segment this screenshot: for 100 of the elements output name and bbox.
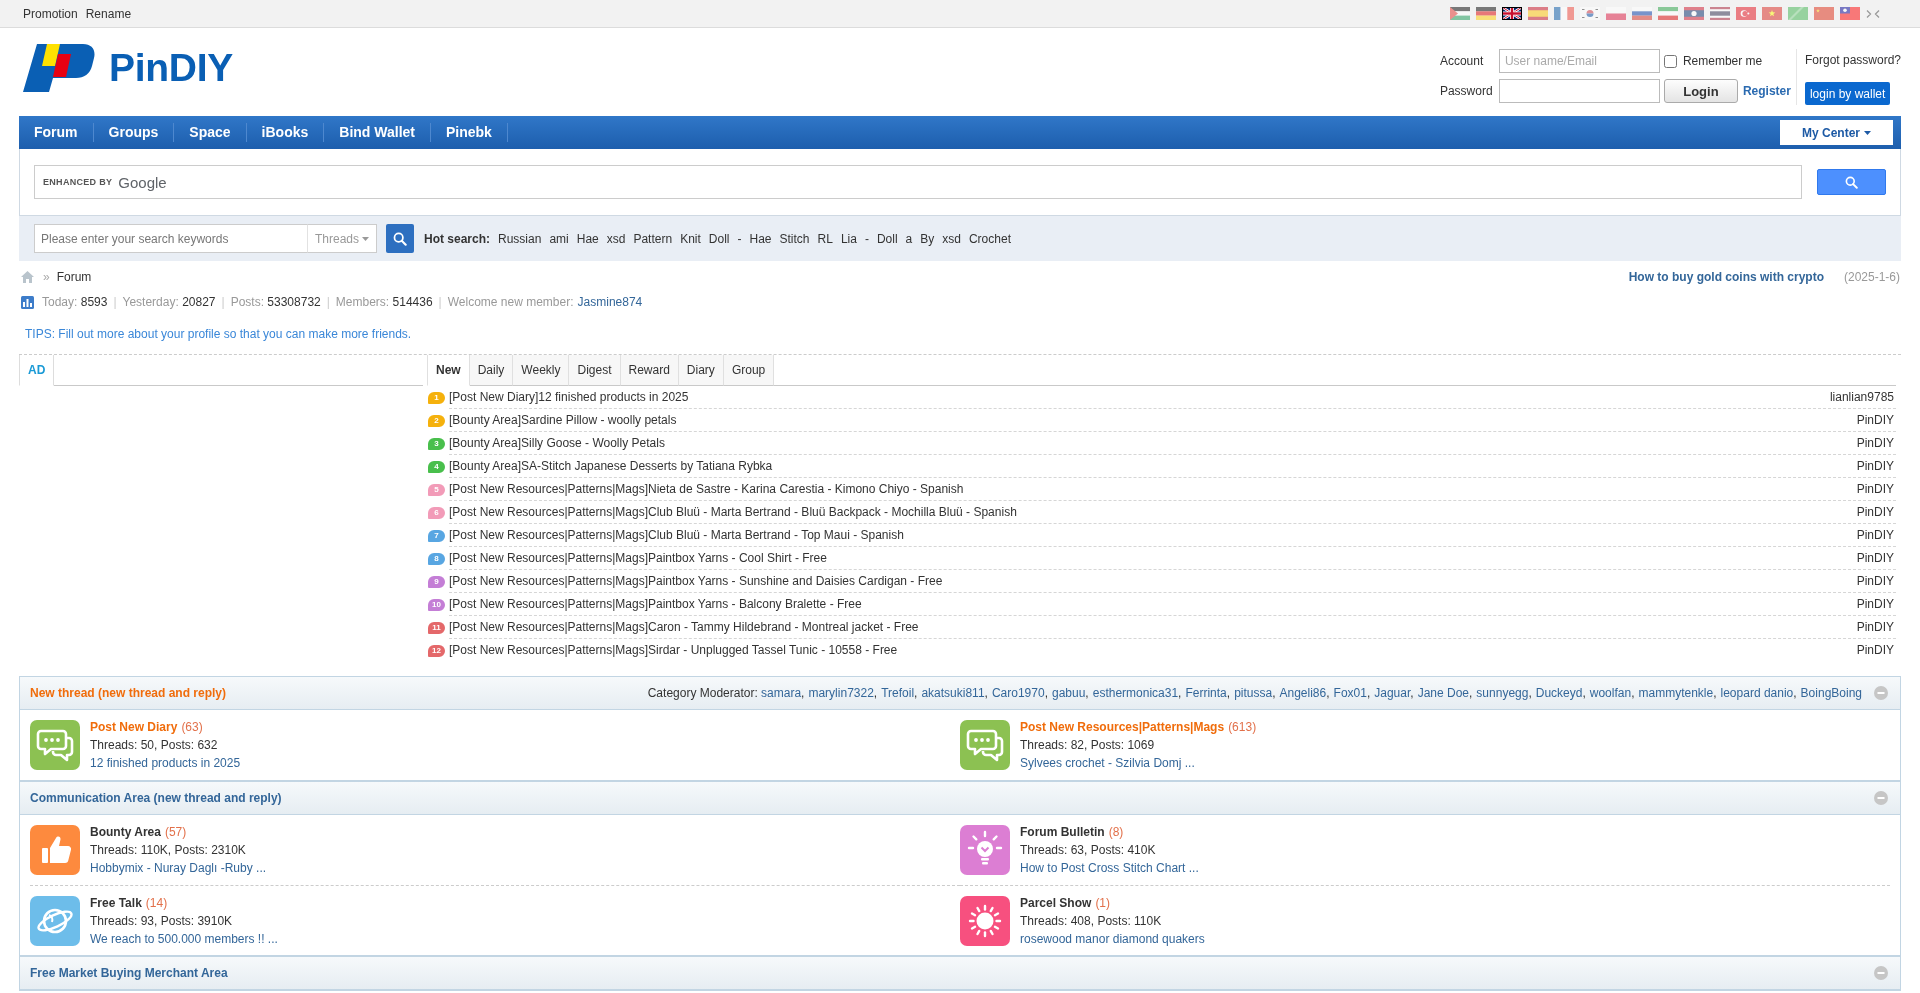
moderator-link[interactable]: marylin7322 [808,686,874,700]
thread-link[interactable]: [Post New Resources|Patterns|Mags]Paintbox Yarns - Cool Shirt - Free [449,551,827,565]
nav-link[interactable]: Pinebk [431,123,508,142]
login-button[interactable]: Login [1663,79,1738,103]
thread-tab[interactable]: New [427,355,470,386]
board-title-link[interactable]: Bounty Area [90,825,161,839]
thread-tab[interactable]: Weekly [513,355,570,386]
author-link[interactable]: PinDIY [1856,505,1894,519]
collapse-icon[interactable] [1874,686,1888,700]
hot-keyword-link[interactable]: Crochet [968,231,1011,246]
flag-icon[interactable] [1502,7,1522,20]
board-title-link[interactable]: Forum Bulletin [1020,825,1105,839]
account-field[interactable]: User name/Email [1498,49,1660,73]
breadcrumb-link[interactable]: Forum [56,270,92,284]
forgot-password-link[interactable]: Forgot password? [1804,49,1901,71]
logo-icon[interactable] [23,44,95,92]
thread-link[interactable]: [Post New Resources|Patterns|Mags]Club Bluü - Marta Bertrand - Top Maui - Spanish [449,528,904,542]
thread-tab[interactable]: Daily [469,355,514,386]
planet-icon[interactable] [30,895,80,946]
hot-keyword-link[interactable]: Stitch [779,231,810,246]
section-title[interactable]: Communication Area (new thread and reply) [30,791,282,805]
hot-keyword-link[interactable]: Russian [498,231,542,246]
thumbs-up-icon[interactable] [30,825,80,875]
chat-bubbles-icon[interactable] [960,720,1010,770]
site-name[interactable]: PinDIY [109,46,233,90]
thread-link[interactable]: [Bounty Area]Sardine Pillow - woolly petals [449,413,677,427]
author-link[interactable]: PinDIY [1856,551,1894,565]
thread-link[interactable]: [Bounty Area]Silly Goose - Woolly Petals [449,436,665,450]
moderator-link[interactable]: Jaguar [1374,686,1411,700]
moderator-link[interactable]: akatsuki811 [921,686,985,700]
top-link[interactable]: Promotion [23,6,78,21]
last-post-link[interactable]: Hobbymix - Nuray Daglı -Ruby ... [90,861,267,875]
my-center-button[interactable]: My Center [1780,120,1893,145]
register-link[interactable]: Register [1742,84,1791,98]
chat-bubbles-icon[interactable] [30,720,80,770]
top-link[interactable]: Rename [85,6,132,21]
author-link[interactable]: PinDIY [1856,413,1894,427]
keyword-field[interactable]: Please enter your search keywords [34,224,307,253]
remember-checkbox[interactable] [1663,54,1677,68]
hot-keyword-link[interactable]: Lia [840,231,857,246]
author-link[interactable]: PinDIY [1856,459,1894,473]
thread-link[interactable]: [Post New Resources|Patterns|Mags]Paintbox Yarns - Sunshine and Daisies Cardigan - Free [449,574,943,588]
hot-keyword-link[interactable]: Doll [708,231,730,246]
thread-link[interactable]: [Bounty Area]SA-Stitch Japanese Desserts by Tatiana Rybka [449,459,773,473]
chevrons-icon[interactable] [1866,8,1880,19]
sun-icon[interactable] [960,895,1010,946]
password-field[interactable] [1498,79,1660,103]
author-link[interactable]: PinDIY [1856,482,1894,496]
thread-link[interactable]: [Post New Resources|Patterns|Mags]Club Bluü - Marta Bertrand - Bluü Backpack - Mochilla Bluü - Spanish [449,505,1017,519]
hot-keyword-link[interactable]: xsd [606,231,626,246]
nav-link[interactable]: Forum [19,123,94,142]
moderator-link[interactable]: Ferrinta [1185,686,1227,700]
author-link[interactable]: lianlian9785 [1829,390,1894,404]
announcement-link[interactable]: How to buy gold coins with crypto [1628,270,1824,284]
thread-link[interactable]: [Post New Resources|Patterns|Mags]Paintbox Yarns - Balcony Bralette - Free [449,597,862,611]
hot-keyword-link[interactable]: - [864,231,869,246]
collapse-icon[interactable] [1874,791,1888,805]
search-field[interactable]: ENHANCED BY Google [34,165,1802,199]
thread-link[interactable]: [Post New Resources|Patterns|Mags]Caron - Tammy Hildebrand - Montreal jacket - Free [449,620,919,634]
thread-tab[interactable]: Group [723,355,775,386]
moderator-link[interactable]: BoingBoing [1800,686,1862,700]
lightbulb-icon[interactable] [960,825,1010,875]
nav-link[interactable]: Space [174,123,247,142]
last-post-link[interactable]: Sylvees crochet - Szilvia Domj ... [1020,756,1195,770]
hot-keyword-link[interactable]: Pattern [633,231,673,246]
author-link[interactable]: PinDIY [1856,574,1894,588]
moderator-link[interactable]: Caro1970 [991,686,1045,700]
thread-link[interactable]: [Post New Diary]12 finished products in 2025 [449,390,689,404]
nav-link[interactable]: Bind Wallet [324,123,431,142]
hot-keyword-link[interactable]: xsd [942,231,961,246]
nav-link[interactable]: Groups [93,123,175,142]
thread-tab[interactable]: Reward [620,355,679,386]
last-post-link[interactable]: We reach to 500.000 members !! ... [90,931,278,946]
hot-keyword-link[interactable]: Knit [680,231,701,246]
tips-link[interactable]: TIPS: Fill out more about your profile so that you can make more friends. [25,327,412,341]
author-link[interactable]: PinDIY [1856,620,1894,634]
moderator-link[interactable]: Jane Doe [1417,686,1469,700]
hot-keyword-link[interactable]: Doll [876,231,898,246]
last-post-link[interactable]: rosewood manor diamond quakers [1020,931,1205,946]
hot-keyword-link[interactable]: RL [817,231,833,246]
board-title-link[interactable]: Parcel Show [1020,895,1092,910]
thread-tab[interactable]: Diary [678,355,724,386]
moderator-link[interactable]: Fox01 [1333,686,1367,700]
home-icon[interactable] [21,271,34,283]
collapse-icon[interactable] [1874,966,1888,980]
search-button[interactable] [1817,169,1886,195]
thread-link[interactable]: [Post New Resources|Patterns|Mags]Sirdar - Unplugged Tassel Tunic - 10558 - Free [449,643,898,657]
author-link[interactable]: PinDIY [1856,643,1894,657]
search-button[interactable] [386,224,414,253]
member-link[interactable]: Jasmine874 [577,295,643,309]
board-title-link[interactable]: Free Talk [90,895,142,910]
nav-link[interactable]: iBooks [246,123,325,142]
author-link[interactable]: PinDIY [1856,597,1894,611]
thread-tab[interactable]: Digest [569,355,621,386]
last-post-link[interactable]: How to Post Cross Stitch Chart ... [1020,861,1199,875]
author-link[interactable]: PinDIY [1856,436,1894,450]
hot-keyword-link[interactable]: a [905,231,913,246]
hot-keyword-link[interactable]: ami [549,231,569,246]
section-title[interactable]: Free Market Buying Merchant Area [30,966,228,980]
last-post-link[interactable]: 12 finished products in 2025 [90,756,241,770]
